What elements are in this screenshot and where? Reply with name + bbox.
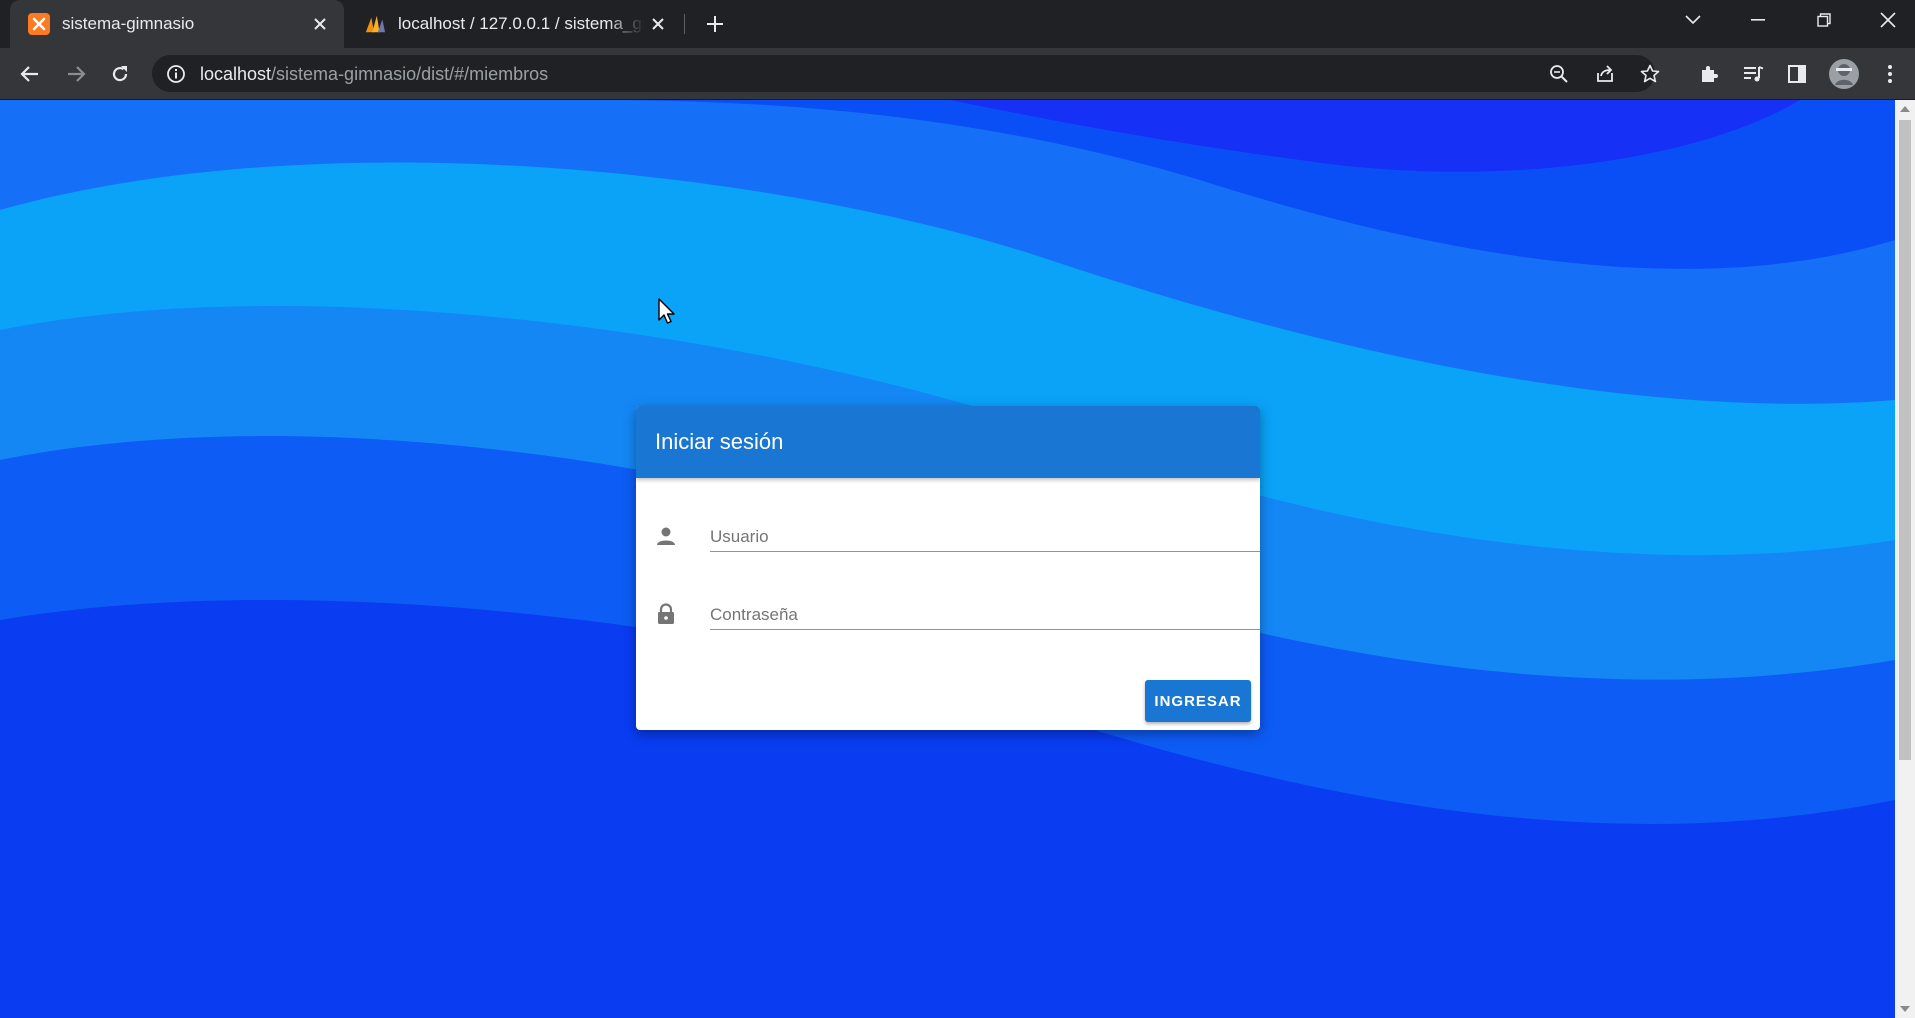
zoom-icon[interactable] <box>1549 64 1569 89</box>
password-field <box>655 594 1260 634</box>
login-card: Iniciar sesión INGRESAR <box>636 406 1260 730</box>
puzzle-icon <box>1702 66 1718 82</box>
chevron-down-icon <box>1685 15 1701 25</box>
info-icon[interactable] <box>166 64 186 89</box>
tab-search-button[interactable] <box>1666 0 1720 40</box>
tab-title: localhost / 127.0.0.1 / sistema_gimnasio <box>398 14 644 33</box>
profile-avatar[interactable] <box>1828 58 1860 90</box>
url-text[interactable]: localhost/sistema-gimnasio/dist/#/miembr… <box>200 64 548 85</box>
close-tab-icon[interactable] <box>644 10 672 38</box>
page-scrollbar[interactable] <box>1895 100 1915 1018</box>
star-icon[interactable] <box>1640 64 1660 89</box>
tab-strip: sistema-gimnasio localhost / 127.0.0.1 /… <box>0 0 1915 48</box>
restore-icon <box>1817 13 1831 27</box>
person-icon <box>655 525 677 547</box>
tab-phpmyadmin[interactable]: localhost / 127.0.0.1 / sistema_gimnasio <box>350 0 682 48</box>
back-button[interactable] <box>14 58 46 90</box>
reload-icon <box>112 66 128 82</box>
minimize-icon <box>1751 19 1765 21</box>
tab-sistema-gimnasio[interactable]: sistema-gimnasio <box>10 0 344 48</box>
login-title: Iniciar sesión <box>655 429 784 454</box>
avatar-icon <box>1829 59 1859 89</box>
password-input[interactable] <box>710 594 1260 630</box>
tab-separator <box>684 14 685 34</box>
url-path: /sistema-gimnasio/dist/#/miembros <box>271 64 549 84</box>
url-host: localhost <box>200 64 272 84</box>
side-panel-icon <box>1788 65 1806 83</box>
lock-icon <box>655 603 677 625</box>
scroll-down-arrow-icon[interactable] <box>1900 1006 1910 1012</box>
new-tab-button[interactable] <box>700 9 730 39</box>
browser-toolbar: localhost/sistema-gimnasio/dist/#/miembr… <box>0 48 1915 100</box>
close-icon <box>1880 12 1896 28</box>
address-bar[interactable]: localhost/sistema-gimnasio/dist/#/miembr… <box>152 55 1660 92</box>
extensions-button[interactable] <box>1693 58 1725 90</box>
restore-button[interactable] <box>1797 0 1851 40</box>
arrow-right-icon <box>68 66 86 82</box>
page-viewport: Iniciar sesión INGRESAR <box>0 100 1895 1018</box>
forward-button[interactable] <box>60 58 92 90</box>
xampp-icon <box>28 13 50 35</box>
more-vert-icon <box>1888 65 1892 83</box>
plus-icon <box>707 16 723 32</box>
minimize-button[interactable] <box>1731 0 1785 40</box>
ingresar-button[interactable]: INGRESAR <box>1145 680 1251 722</box>
menu-button[interactable] <box>1874 58 1906 90</box>
mouse-cursor-icon <box>658 298 675 324</box>
share-icon[interactable] <box>1595 64 1615 89</box>
side-panel-button[interactable] <box>1781 58 1813 90</box>
media-controls-button[interactable] <box>1737 58 1769 90</box>
tab-title: sistema-gimnasio <box>62 14 195 33</box>
phpmyadmin-icon <box>364 13 386 35</box>
reload-button[interactable] <box>104 58 136 90</box>
username-input[interactable] <box>710 516 1260 552</box>
scrollbar-thumb[interactable] <box>1899 120 1911 760</box>
login-card-header: Iniciar sesión <box>636 406 1260 478</box>
username-field <box>655 516 1260 556</box>
playlist-icon <box>1744 66 1764 82</box>
close-window-button[interactable] <box>1861 0 1915 40</box>
scroll-up-arrow-icon[interactable] <box>1900 106 1910 112</box>
close-tab-icon[interactable] <box>306 10 334 38</box>
arrow-left-icon <box>20 66 38 82</box>
